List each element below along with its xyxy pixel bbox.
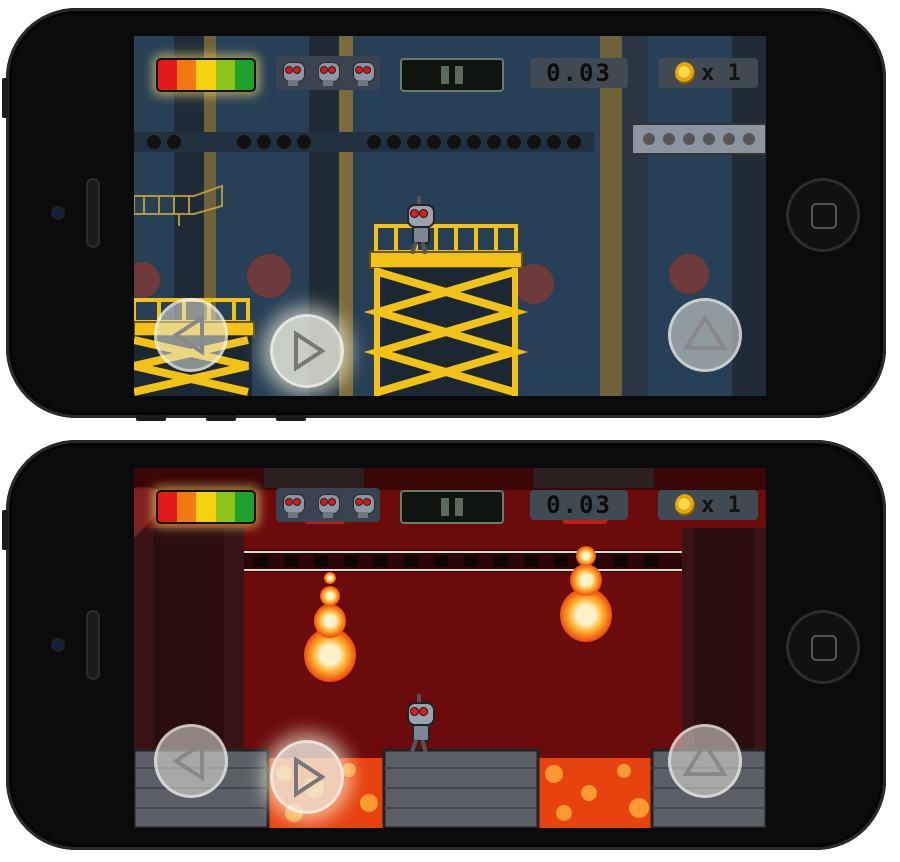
front-camera	[53, 640, 63, 650]
fireball	[314, 604, 346, 638]
player-robot	[404, 694, 435, 753]
battery-meter	[156, 58, 256, 92]
life-robot-icon	[316, 492, 340, 518]
pause-icon	[441, 498, 449, 516]
triangle-up-icon	[682, 314, 728, 350]
volume-button	[276, 415, 306, 421]
life-robot-icon	[351, 492, 375, 518]
pause-button[interactable]	[400, 490, 504, 524]
pause-icon	[455, 66, 463, 84]
move-left-button[interactable]	[154, 298, 228, 372]
battery-cell	[234, 60, 254, 90]
triangle-right-icon	[294, 756, 326, 798]
coin-counter: x 1	[658, 58, 758, 88]
move-left-button[interactable]	[154, 724, 228, 798]
battery-cell	[177, 60, 197, 90]
battery-cell	[234, 492, 254, 522]
coin-count: x 1	[701, 60, 741, 86]
lives-indicator	[276, 488, 380, 522]
pause-icon	[455, 498, 463, 516]
fireball	[576, 546, 596, 566]
life-robot-icon	[281, 492, 306, 518]
player-robot	[404, 196, 435, 255]
coin-count: x 1	[701, 492, 741, 518]
mute-switch	[2, 510, 8, 550]
coin-icon	[675, 62, 696, 84]
battery-cell	[158, 60, 178, 90]
triangle-up-icon	[682, 740, 728, 776]
fireball	[324, 572, 336, 584]
home-button[interactable]	[786, 610, 860, 684]
battery-cell	[158, 492, 178, 522]
phone-frame-bottom: 0.03 x 1	[2, 440, 886, 850]
life-robot-icon	[316, 60, 340, 86]
battery-cell	[177, 492, 197, 522]
phone-frame-top: 0.03 x 1	[2, 8, 886, 421]
timer-display: 0.03	[530, 490, 628, 520]
front-camera	[53, 208, 63, 218]
speaker-grille	[86, 178, 100, 248]
triangle-left-icon	[172, 740, 204, 782]
coin-icon	[675, 494, 696, 516]
fireball	[320, 586, 340, 606]
lives-indicator	[276, 56, 380, 90]
fireball	[560, 588, 612, 642]
move-right-button[interactable]	[270, 740, 344, 814]
battery-cell	[196, 492, 216, 522]
triangle-right-icon	[294, 330, 326, 372]
jump-button[interactable]	[668, 298, 742, 372]
battery-cell	[215, 492, 235, 522]
battery-meter	[156, 490, 256, 524]
home-button[interactable]	[786, 178, 860, 252]
speaker-grille	[86, 610, 100, 680]
game-screen-factory[interactable]: 0.03 x 1	[134, 36, 766, 396]
life-robot-icon	[351, 60, 375, 86]
game-screen-lava[interactable]: 0.03 x 1	[134, 468, 766, 828]
life-robot-icon	[281, 60, 306, 86]
mute-switch	[2, 78, 8, 118]
fireball	[570, 564, 602, 596]
triangle-left-icon	[172, 314, 204, 356]
coin-counter: x 1	[658, 490, 758, 520]
pause-icon	[441, 66, 449, 84]
jump-button[interactable]	[668, 724, 742, 798]
pause-button[interactable]	[400, 58, 504, 92]
volume-button	[136, 415, 166, 421]
battery-cell	[196, 60, 216, 90]
battery-cell	[215, 60, 235, 90]
volume-button	[206, 415, 236, 421]
timer-display: 0.03	[530, 58, 628, 88]
move-right-button[interactable]	[270, 314, 344, 388]
